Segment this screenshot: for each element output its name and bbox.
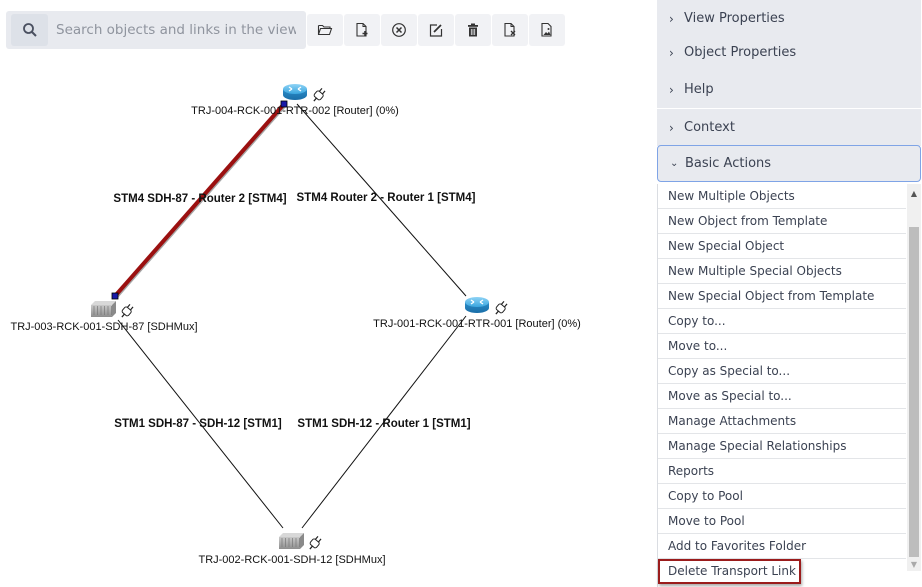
- action-item-new-special-object[interactable]: New Special Object: [658, 234, 906, 259]
- action-item-new-special-object-from-template[interactable]: New Special Object from Template: [658, 284, 906, 309]
- router-icon: [465, 297, 489, 313]
- basic-actions-list: New Multiple Objects New Object from Temp…: [657, 184, 921, 587]
- section-object-properties[interactable]: › Object Properties: [657, 34, 921, 71]
- node-router2[interactable]: [283, 84, 327, 104]
- action-item-copy-to[interactable]: Copy to...: [658, 309, 906, 334]
- chevron-right-icon: ›: [669, 120, 674, 135]
- node-router1[interactable]: [465, 297, 509, 317]
- chevron-down-icon: ⌄: [670, 158, 679, 169]
- plug-icon[interactable]: [311, 87, 327, 104]
- diagram-svg: [91, 84, 509, 552]
- node-sdh12[interactable]: [279, 533, 323, 552]
- link-endpoint-handle[interactable]: [111, 292, 119, 300]
- app-root: TRJ-004-RCK-001-RTR-002 [Router] (0%) TR…: [0, 0, 922, 587]
- section-label: Context: [684, 120, 735, 135]
- section-label: Object Properties: [684, 45, 797, 60]
- section-basic-actions[interactable]: ⌄ Basic Actions: [657, 145, 921, 182]
- action-item-new-object-from-template[interactable]: New Object from Template: [658, 209, 906, 234]
- action-item-copy-to-pool[interactable]: Copy to Pool: [658, 484, 906, 509]
- scroll-up-arrow-icon[interactable]: ▲: [907, 186, 921, 200]
- plug-icon[interactable]: [493, 300, 509, 317]
- chevron-right-icon: ›: [669, 45, 674, 60]
- action-item-move-to-pool[interactable]: Move to Pool: [658, 509, 906, 534]
- section-label: Basic Actions: [685, 156, 772, 171]
- scroll-down-arrow-icon[interactable]: ▼: [907, 557, 921, 571]
- action-item-delete-transport-link[interactable]: Delete Transport Link: [658, 559, 801, 584]
- chevron-right-icon: ›: [669, 11, 674, 26]
- action-item-reports[interactable]: Reports: [658, 459, 906, 484]
- link-label-sdh12-router1[interactable]: STM1 SDH-12 - Router 1 [STM1]: [297, 418, 470, 430]
- link-label-sdh87-sdh12[interactable]: STM1 SDH-87 - SDH-12 [STM1]: [114, 418, 281, 430]
- section-view-properties[interactable]: › View Properties: [657, 0, 921, 37]
- network-diagram-canvas[interactable]: TRJ-004-RCK-001-RTR-002 [Router] (0%) TR…: [0, 60, 650, 587]
- link-label-router2-router1[interactable]: STM4 Router 2 - Router 1 [STM4]: [297, 192, 476, 204]
- node-label-sdh87[interactable]: TRJ-003-RCK-001-SDH-87 [SDHMux]: [10, 321, 197, 333]
- scrollbar[interactable]: ▲ ▼: [907, 184, 921, 571]
- scrollbar-thumb[interactable]: [909, 227, 919, 557]
- node-label-router1[interactable]: TRJ-001-RCK-001-RTR-001 [Router] (0%): [373, 318, 581, 330]
- action-item-add-to-favorites-folder[interactable]: Add to Favorites Folder: [658, 534, 906, 559]
- action-items: New Multiple Objects New Object from Temp…: [658, 184, 906, 584]
- sdh-mux-icon: [91, 301, 116, 317]
- action-item-move-as-special-to[interactable]: Move as Special to...: [658, 384, 906, 409]
- right-panel: › View Properties › Object Properties › …: [657, 0, 922, 587]
- action-item-new-multiple-special-objects[interactable]: New Multiple Special Objects: [658, 259, 906, 284]
- link-label-sdh87-router2[interactable]: STM4 SDH-87 - Router 2 [STM4]: [113, 193, 286, 205]
- action-item-copy-as-special-to[interactable]: Copy as Special to...: [658, 359, 906, 384]
- action-item-new-multiple-objects[interactable]: New Multiple Objects: [658, 184, 906, 209]
- action-item-manage-special-relationships[interactable]: Manage Special Relationships: [658, 434, 906, 459]
- node-label-router2[interactable]: TRJ-004-RCK-001-RTR-002 [Router] (0%): [191, 105, 399, 117]
- sdh-mux-icon: [279, 533, 304, 549]
- node-sdh87[interactable]: [91, 301, 135, 320]
- section-label: View Properties: [684, 11, 785, 26]
- section-context[interactable]: › Context: [657, 109, 921, 146]
- node-label-sdh12[interactable]: TRJ-002-RCK-001-SDH-12 [SDHMux]: [198, 554, 385, 566]
- chevron-right-icon: ›: [669, 82, 674, 97]
- section-help[interactable]: › Help: [657, 71, 921, 108]
- action-item-manage-attachments[interactable]: Manage Attachments: [658, 409, 906, 434]
- plug-icon[interactable]: [119, 303, 135, 320]
- plug-icon[interactable]: [307, 535, 323, 552]
- router-icon: [283, 84, 307, 100]
- section-label: Help: [684, 82, 714, 97]
- action-item-move-to[interactable]: Move to...: [658, 334, 906, 359]
